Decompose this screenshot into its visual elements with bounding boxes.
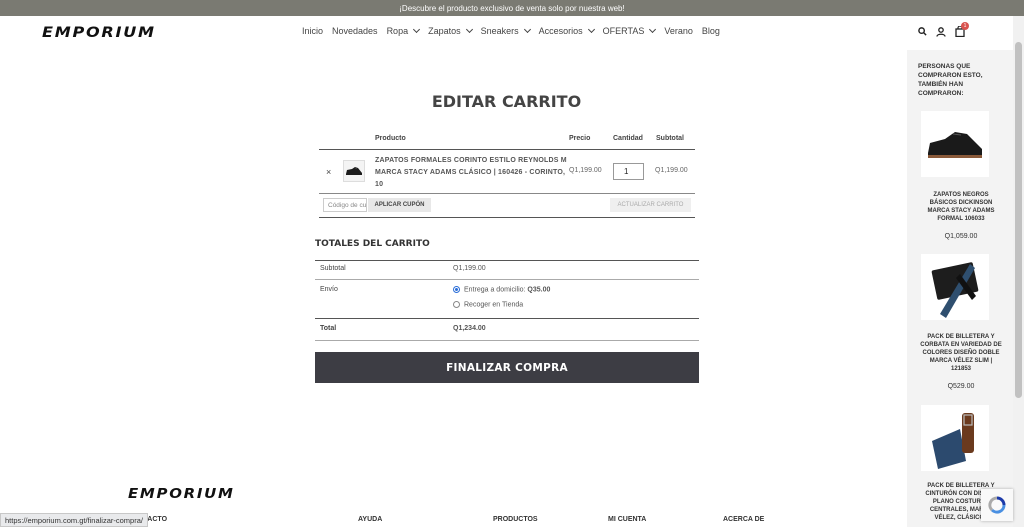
related-products-sidebar: PERSONAS QUE COMPRARON ESTO, TAMBIÉN HAN… (907, 50, 1013, 527)
checkout-button[interactable]: FINALIZAR COMPRA (315, 352, 699, 383)
divider (319, 217, 695, 218)
cart-button[interactable]: 1 (955, 22, 969, 37)
main-nav: Inicio Novedades Ropa Zapatos Sneakers A… (302, 25, 729, 36)
divider (315, 260, 699, 261)
nav-label: Verano (664, 26, 693, 36)
shipping-option-delivery[interactable]: Entrega a domicilio: Q35.00 (453, 286, 550, 293)
nav-item-sneakers[interactable]: Sneakers (480, 25, 531, 36)
user-icon[interactable] (936, 26, 946, 37)
nav-item-inicio[interactable]: Inicio (302, 26, 323, 36)
divider (319, 193, 695, 194)
promo-bar: ¡Descubre el producto exclusivo de venta… (0, 0, 1024, 16)
chevron-down-icon (413, 25, 421, 34)
nav-item-ropa[interactable]: Ropa (386, 25, 421, 36)
cart-count-badge: 1 (961, 22, 969, 30)
shipping-price: Q35.00 (527, 286, 551, 294)
product-thumbnail[interactable] (343, 160, 365, 182)
related-product-price: Q529.00 (947, 383, 975, 390)
nav-item-accesorios[interactable]: Accesorios (538, 25, 595, 36)
update-cart-button[interactable]: ACTUALIZAR CARRITO (610, 198, 691, 212)
site-logo[interactable]: EMPORIUM (42, 25, 156, 41)
item-price: Q1,199.00 (569, 167, 602, 174)
product-image[interactable] (921, 111, 989, 177)
page-scrollbar[interactable] (1013, 16, 1024, 527)
nav-label: Blog (701, 26, 720, 36)
nav-label: OFERTAS (602, 26, 645, 36)
radio-icon[interactable] (453, 301, 460, 308)
nav-item-verano[interactable]: Verano (664, 26, 693, 36)
nav-item-novedades[interactable]: Novedades (332, 26, 378, 36)
recaptcha-badge[interactable] (981, 489, 1013, 521)
subtotal-label: Subtotal (320, 265, 346, 272)
nav-label: Inicio (302, 26, 324, 36)
nav-label: Ropa (386, 26, 409, 36)
coupon-input[interactable]: Código de cupón (323, 198, 367, 212)
chevron-down-icon (523, 25, 531, 34)
quantity-input[interactable]: 1 (613, 163, 644, 180)
nav-label: Sneakers (480, 26, 519, 36)
shipping-option-label: Recoger en Tienda (464, 301, 524, 309)
sidebar-title: PERSONAS QUE COMPRARON ESTO, TAMBIÉN HAN… (918, 63, 983, 97)
item-subtotal: Q1,199.00 (655, 167, 688, 174)
footer-col-productos: PRODUCTOS (493, 516, 538, 523)
apply-coupon-button[interactable]: APLICAR CUPÓN (368, 198, 431, 212)
scrollbar-thumb[interactable] (1015, 42, 1022, 398)
divider (315, 318, 699, 319)
chevron-down-icon (465, 25, 473, 34)
nav-item-zapatos[interactable]: Zapatos (428, 25, 473, 36)
chevron-down-icon (649, 25, 657, 34)
footer-col-ayuda: AYUDA (358, 516, 383, 523)
related-product-price: Q1,059.00 (944, 233, 978, 240)
nav-label: Accesorios (538, 26, 583, 36)
product-image[interactable] (921, 254, 989, 320)
product-name-link[interactable]: ZAPATOS FORMALES CORINTO ESTILO REYNOLDS… (375, 155, 571, 191)
total-label: Total (320, 325, 337, 332)
nav-item-blog[interactable]: Blog (702, 26, 720, 36)
shipping-option-pickup[interactable]: Recoger en Tienda (453, 301, 523, 308)
shipping-option-label: Entrega a domicilio: (464, 286, 528, 294)
header-product: Producto (375, 135, 406, 142)
divider (315, 279, 699, 280)
footer-col-acerca-de: ACERCA DE (723, 516, 765, 523)
recaptcha-icon (988, 496, 1006, 514)
footer-col-mi-cuenta: MI CUENTA (608, 516, 647, 523)
shipping-label: Envío (320, 286, 338, 293)
header-price: Precio (569, 135, 591, 142)
product-image[interactable] (921, 405, 989, 471)
subtotal-value: Q1,199.00 (453, 265, 486, 272)
promo-text: ¡Descubre el producto exclusivo de venta… (399, 3, 625, 13)
radio-selected-icon[interactable] (453, 286, 460, 293)
page-title: EDITAR CARRITO (431, 92, 582, 111)
search-icon[interactable] (918, 27, 927, 36)
nav-label: Novedades (332, 26, 378, 36)
status-bar-url: https://emporium.com.gt/finalizar-compra… (0, 513, 148, 527)
nav-item-ofertas[interactable]: OFERTAS (602, 25, 657, 36)
remove-item-button[interactable]: × (326, 167, 331, 177)
nav-label: Zapatos (428, 26, 461, 36)
chevron-down-icon (587, 25, 595, 34)
header-quantity: Cantidad (613, 135, 643, 142)
total-value: Q1,234.00 (453, 325, 486, 332)
related-product-name[interactable]: PACK DE BILLETERA Y CORBATA EN VARIEDAD … (919, 333, 1003, 373)
site-header: EMPORIUM Inicio Novedades Ropa Zapatos S… (0, 16, 1024, 50)
header-icons: 1 (918, 22, 969, 37)
cart-totals-title: TOTALES DEL CARRITO (315, 239, 430, 249)
divider (319, 149, 695, 150)
related-product-name[interactable]: ZAPATOS NEGROS BÁSICOS DICKINSON MARCA S… (919, 191, 1003, 223)
divider (315, 340, 699, 341)
footer-logo[interactable]: EMPORIUM (128, 487, 235, 502)
header-subtotal: Subtotal (656, 135, 684, 142)
